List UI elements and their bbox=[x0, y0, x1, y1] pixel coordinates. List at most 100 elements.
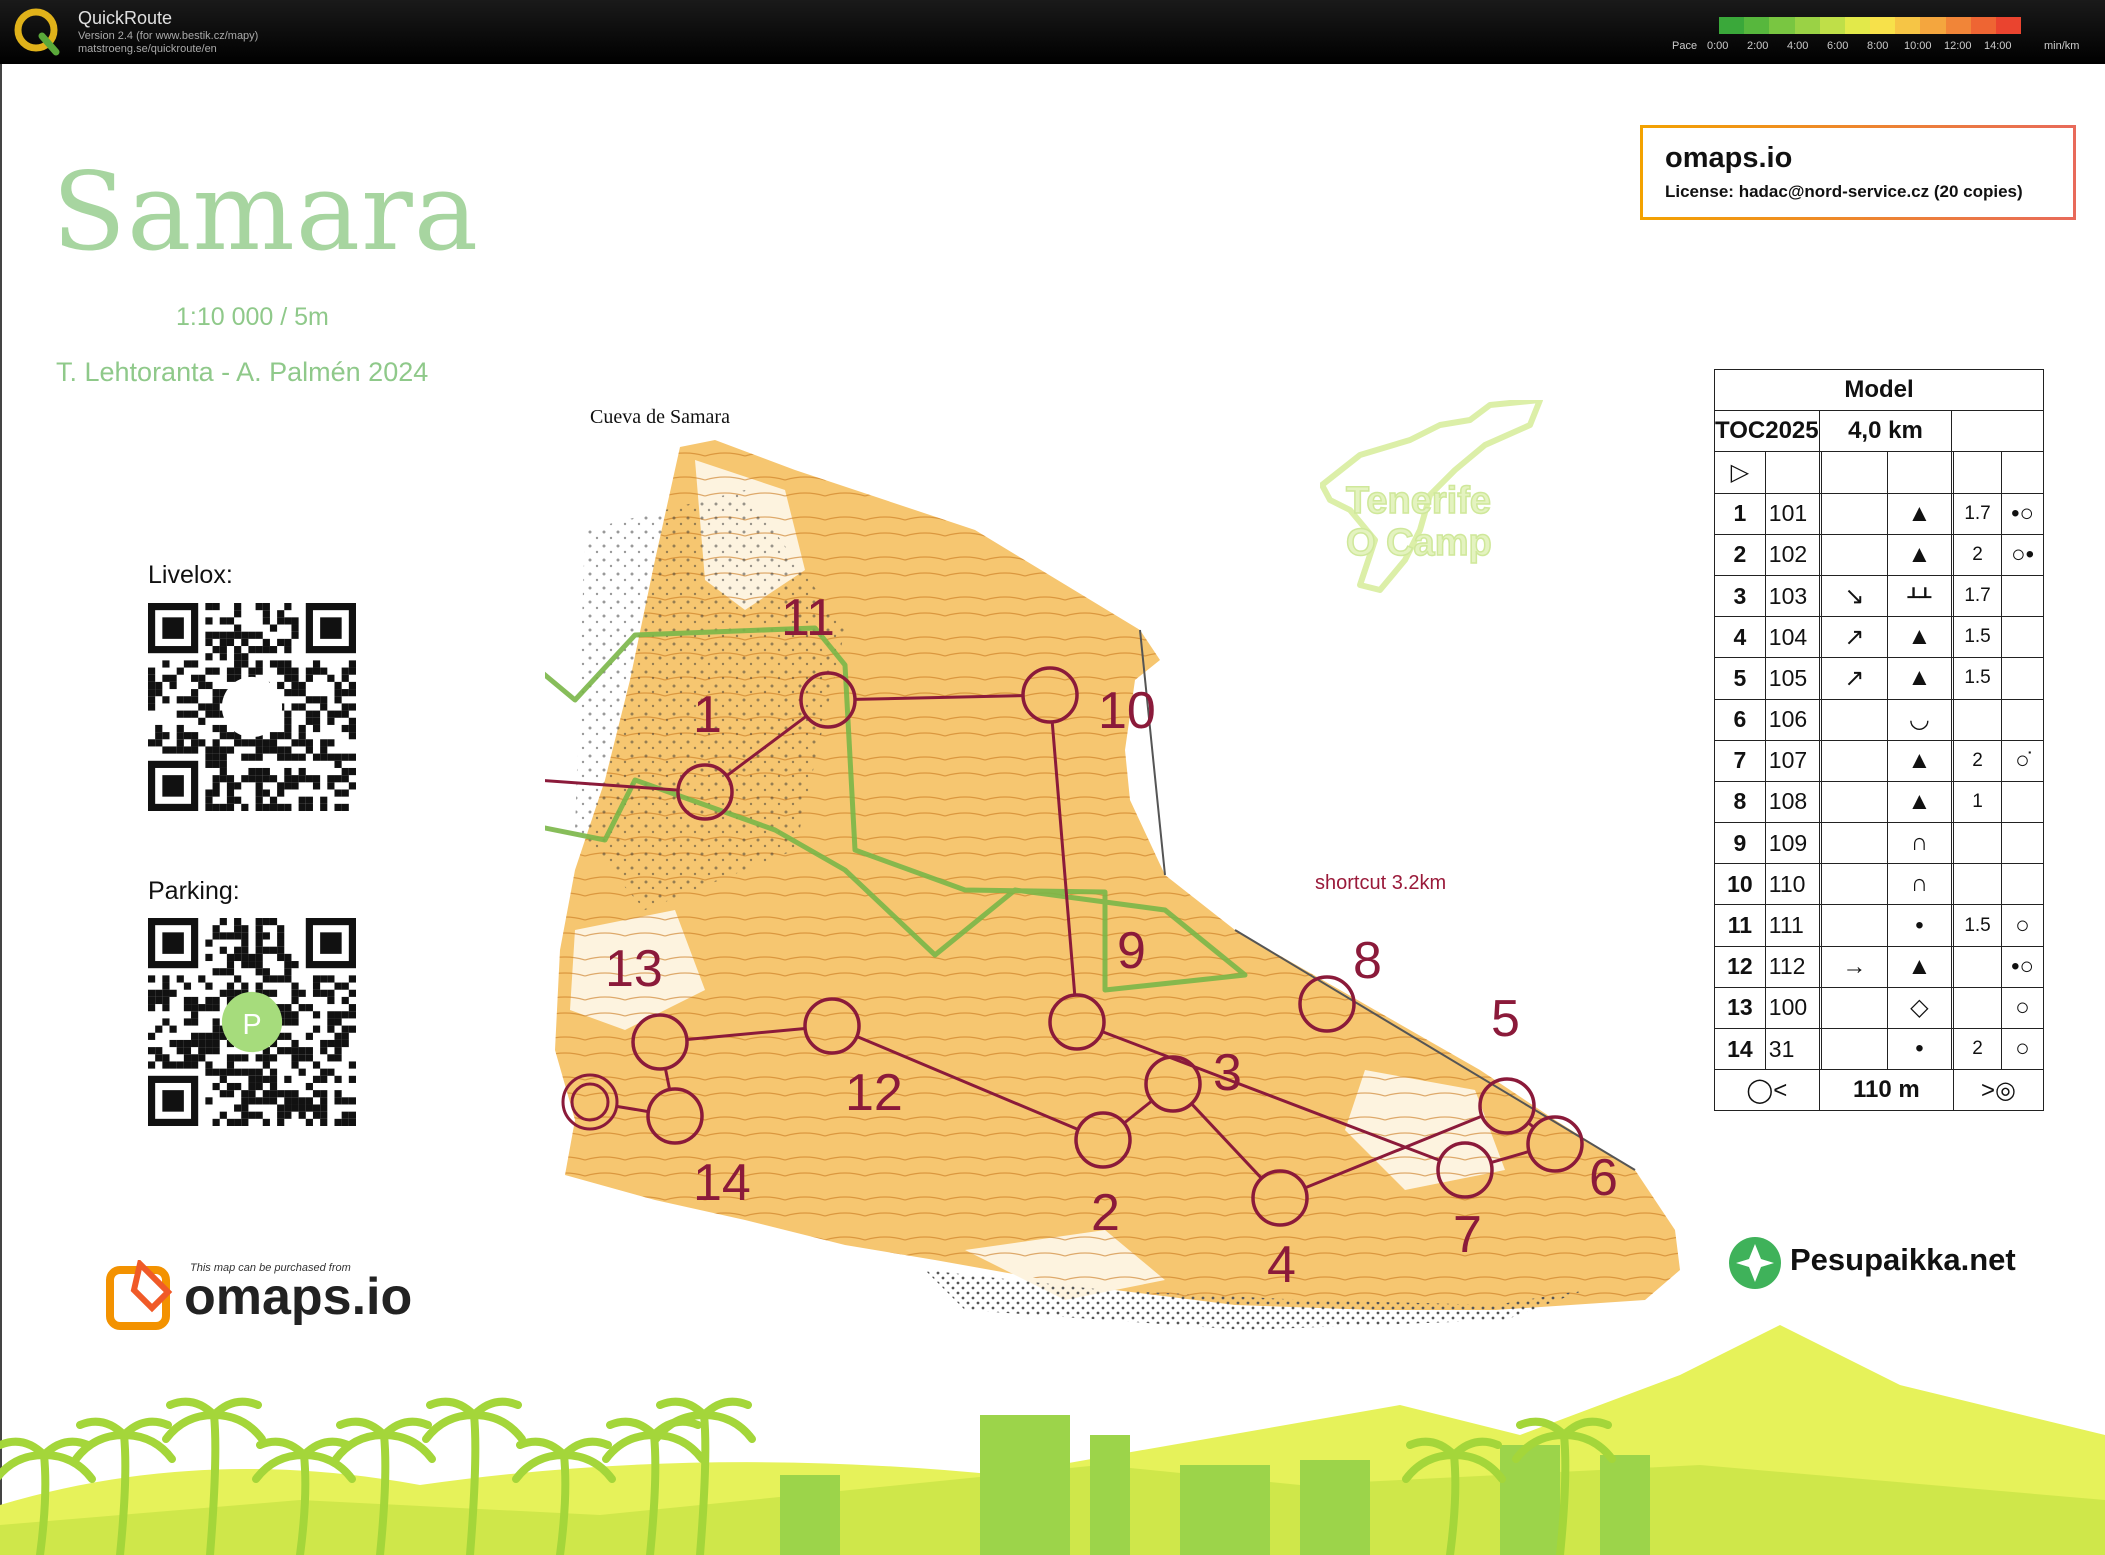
control-number: 2 bbox=[1091, 1184, 1120, 1242]
desc-dimension: 1.5 bbox=[1953, 616, 2003, 659]
desc-empty-cell bbox=[1764, 451, 1820, 494]
finish-end-icon: >◎ bbox=[1953, 1069, 2044, 1112]
pace-color-step bbox=[1995, 17, 2022, 34]
desc-direction bbox=[1821, 863, 1888, 906]
desc-direction bbox=[1821, 739, 1888, 782]
desc-location-symbol: •○ bbox=[2001, 945, 2044, 988]
control-number: 13 bbox=[605, 940, 663, 998]
desc-location-symbol bbox=[2001, 780, 2044, 824]
desc-direction bbox=[1821, 698, 1888, 741]
desc-control-number: 11 bbox=[1714, 904, 1766, 947]
desc-direction: ↗ bbox=[1821, 657, 1888, 700]
desc-dimension: 1 bbox=[1953, 780, 2003, 824]
desc-control-code: 111 bbox=[1764, 904, 1820, 947]
desc-direction: → bbox=[1821, 945, 1888, 988]
pace-color-step bbox=[1920, 17, 1946, 34]
tenerife-ocamp-logo-line2: O Camp bbox=[1345, 521, 1492, 565]
control-number: 1 bbox=[693, 686, 722, 744]
desc-feature-symbol: ᚆᚆ bbox=[1886, 574, 1953, 618]
desc-control-number: 2 bbox=[1714, 533, 1766, 576]
pace-tick: 0:00 bbox=[1707, 40, 1729, 52]
pace-color-step bbox=[1819, 17, 1845, 34]
map-title: Samara bbox=[52, 150, 480, 275]
desc-feature-symbol: ▲ bbox=[1886, 780, 1953, 824]
desc-event-row: TOC2025 4,0 km bbox=[1714, 410, 2044, 453]
pesupaikka-logo-text: Pesupaikka.net bbox=[1790, 1242, 2016, 1277]
desc-direction bbox=[1821, 533, 1888, 576]
desc-control-row: 2 102 ▲ 2 ○• bbox=[1714, 533, 2044, 576]
control-number: 5 bbox=[1491, 990, 1520, 1048]
desc-control-row: 8 108 ▲ 1 bbox=[1714, 780, 2044, 824]
desc-location-symbol bbox=[2001, 863, 2044, 906]
desc-feature-symbol: • bbox=[1886, 1027, 1953, 1071]
desc-control-code: 106 bbox=[1764, 698, 1820, 741]
desc-dimension: 2 bbox=[1953, 1027, 2003, 1071]
desc-control-code: 108 bbox=[1764, 780, 1820, 824]
control-number: 12 bbox=[845, 1064, 903, 1122]
desc-feature-symbol: ▲ bbox=[1886, 945, 1953, 988]
livelox-qr-code[interactable] bbox=[148, 603, 356, 811]
desc-direction bbox=[1821, 822, 1888, 865]
desc-control-row: 7 107 ▲ 2 ○̇ bbox=[1714, 739, 2044, 782]
control-number: 3 bbox=[1213, 1044, 1242, 1102]
desc-control-code: 107 bbox=[1764, 739, 1820, 782]
pace-tick: 4:00 bbox=[1787, 40, 1809, 52]
desc-control-number: 13 bbox=[1714, 986, 1766, 1030]
desc-location-symbol: ○ bbox=[2001, 904, 2044, 947]
control-description-table: Model TOC2025 4,0 km ▷ 1 101 ▲ 1.7 •○ 2 102 ▲ 2 ○• 3 10… bbox=[1714, 368, 2044, 1112]
desc-control-number: 10 bbox=[1714, 863, 1766, 906]
place-label: Cueva de Samara bbox=[590, 406, 730, 428]
pesupaikka-logo-icon bbox=[1729, 1237, 1781, 1289]
pace-color-step bbox=[1870, 17, 1896, 34]
desc-feature-symbol: ▲ bbox=[1886, 616, 1953, 659]
parking-badge: P bbox=[242, 1009, 261, 1041]
desc-control-number: 3 bbox=[1714, 574, 1766, 618]
quickroute-logo-icon bbox=[14, 8, 60, 56]
control-number: 6 bbox=[1589, 1149, 1618, 1207]
start-symbol-icon: ▷ bbox=[1714, 451, 1766, 494]
app-title: QuickRoute bbox=[78, 8, 173, 28]
desc-control-code: 103 bbox=[1764, 574, 1820, 618]
control-number: 9 bbox=[1117, 922, 1146, 980]
finish-start-icon: ◯< bbox=[1714, 1069, 1820, 1112]
desc-control-code: 101 bbox=[1764, 492, 1820, 535]
control-number: 10 bbox=[1098, 682, 1156, 740]
desc-control-row: 11 111 • 1.5 ○ bbox=[1714, 904, 2044, 947]
desc-header-row: Model bbox=[1714, 368, 2044, 412]
app-version: Version 2.4 (for www.bestik.cz/mapy) bbox=[78, 30, 259, 42]
desc-location-symbol bbox=[2001, 657, 2044, 700]
app-url: matstroeng.se/quickroute/en bbox=[78, 43, 217, 55]
pace-color-scale bbox=[1719, 17, 2022, 34]
desc-control-number: 5 bbox=[1714, 657, 1766, 700]
desc-control-number: 12 bbox=[1714, 945, 1766, 988]
parking-qr-code[interactable]: P bbox=[148, 918, 356, 1126]
control-number: 11 bbox=[781, 589, 835, 647]
control-number: 8 bbox=[1353, 932, 1382, 990]
pace-color-step bbox=[1970, 17, 1996, 34]
control-number: 7 bbox=[1453, 1206, 1482, 1264]
desc-control-code: 112 bbox=[1764, 945, 1820, 988]
desc-control-code: 104 bbox=[1764, 616, 1820, 659]
desc-control-row: 10 110 ∩ bbox=[1714, 863, 2044, 906]
palm-skyline-illustration bbox=[0, 1325, 2105, 1555]
desc-control-code: 31 bbox=[1764, 1027, 1820, 1071]
license-brand: omaps.io bbox=[1665, 142, 1793, 174]
desc-dimension: 2 bbox=[1953, 739, 2003, 782]
desc-dimension: 1.7 bbox=[1953, 492, 2003, 535]
desc-control-number: 1 bbox=[1714, 492, 1766, 535]
desc-dimension bbox=[1953, 822, 2003, 865]
desc-feature-symbol: ▲ bbox=[1886, 533, 1953, 576]
desc-start-row: ▷ bbox=[1714, 451, 2044, 494]
pace-tick: 8:00 bbox=[1867, 40, 1889, 52]
desc-dimension bbox=[1953, 698, 2003, 741]
desc-location-symbol: •○ bbox=[2001, 492, 2044, 535]
desc-control-code: 109 bbox=[1764, 822, 1820, 865]
desc-feature-symbol: ▲ bbox=[1886, 657, 1953, 700]
desc-control-number: 6 bbox=[1714, 698, 1766, 741]
pace-color-step bbox=[1769, 17, 1795, 34]
desc-location-symbol bbox=[2001, 822, 2044, 865]
desc-control-row: 6 106 ◡ bbox=[1714, 698, 2044, 741]
desc-control-number: 9 bbox=[1714, 822, 1766, 865]
desc-direction bbox=[1821, 904, 1888, 947]
desc-feature-symbol: ▲ bbox=[1886, 492, 1953, 535]
